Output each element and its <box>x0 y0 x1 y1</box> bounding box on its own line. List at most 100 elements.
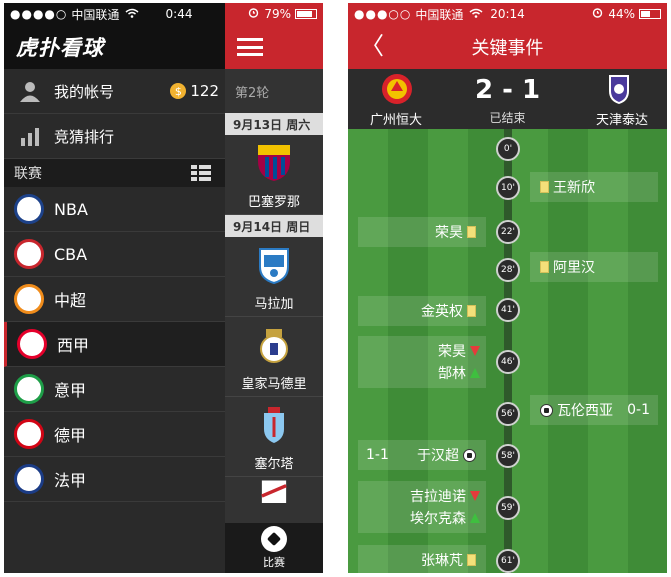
coin-balance: $ 122 <box>170 82 219 100</box>
sub-in-icon <box>470 513 480 523</box>
yellow-card-icon <box>467 226 476 238</box>
fixture-team[interactable]: 皇家马德里 <box>225 317 323 397</box>
grid-view-icon[interactable] <box>191 165 211 181</box>
player-name: 荣昊 <box>435 225 463 241</box>
league-item[interactable]: 德甲 <box>4 412 225 457</box>
sub-out-icon <box>470 346 480 356</box>
league-logo-icon <box>14 239 44 269</box>
league-item[interactable]: CBA <box>4 232 225 277</box>
league-section-header: 联赛 <box>4 159 225 187</box>
league-name: CBA <box>54 244 88 264</box>
yellow-card-icon <box>467 554 476 566</box>
date-header: 9月14日 周日 <box>225 215 323 237</box>
wifi-icon <box>469 7 483 21</box>
event-substitution[interactable]: 吉拉迪诺 埃尔克森 <box>358 481 486 533</box>
sub-out-line: 荣昊 <box>438 340 480 362</box>
tab-matches[interactable]: 比赛 <box>225 523 323 573</box>
fixture-team[interactable]: 马拉加 <box>225 237 323 317</box>
account-row[interactable]: 我的帐号 $ 122 <box>4 69 225 114</box>
team-name: 马拉加 <box>254 297 294 312</box>
sub-out-line: 吉拉迪诺 <box>410 485 480 507</box>
league-item[interactable]: 法甲 <box>4 457 225 502</box>
sub-out-icon <box>470 491 480 501</box>
fixture-team[interactable]: 巴塞罗那 <box>225 135 323 215</box>
league-item[interactable]: 中超 <box>4 277 225 322</box>
coin-count: 122 <box>190 82 219 100</box>
player-name: 张琳芃 <box>421 553 463 569</box>
away-team: 天津泰达 <box>596 113 649 128</box>
minute-marker: 22' <box>496 220 520 244</box>
minute-marker: 56' <box>496 402 520 426</box>
menu-toggle-bar <box>225 25 323 69</box>
player-in: 郜林 <box>438 366 466 382</box>
minute-marker: 28' <box>496 258 520 282</box>
player-name: 阿里汉 <box>553 260 595 276</box>
player-name: 金英权 <box>421 304 463 320</box>
events-timeline: 0' 王新欣 10' 荣昊 22' 阿里汉 28' 金英权 41' 荣昊 郜林 … <box>348 129 667 573</box>
status-bar: ●●●○○ 中国联通 20:14 44% <box>348 3 667 25</box>
event-yellow-card[interactable]: 张琳芃 <box>358 545 486 573</box>
scoreboard: 广州恒大 2 - 1 已结束 天津泰达 <box>348 69 667 129</box>
carrier-label: 中国联通 <box>71 7 120 22</box>
league-name: 意甲 <box>54 381 87 400</box>
yellow-card-icon <box>540 181 549 193</box>
status-bar-right: 79% <box>225 3 323 25</box>
wifi-icon <box>125 7 139 21</box>
status-bar: ●●●●○ 中国联通 0:44 <box>4 3 225 25</box>
event-yellow-card[interactable]: 荣昊 <box>358 217 486 247</box>
battery-icon <box>639 9 661 19</box>
alarm-icon <box>248 7 259 21</box>
signal-indicator: ●●●○○ <box>354 7 412 21</box>
back-button[interactable]: 〈 <box>360 34 384 58</box>
league-logo-icon <box>17 329 47 359</box>
league-logo-icon <box>14 374 44 404</box>
team-name: 巴塞罗那 <box>247 195 300 210</box>
event-yellow-card[interactable]: 阿里汉 <box>530 252 658 282</box>
event-substitution[interactable]: 荣昊 郜林 <box>358 336 486 388</box>
hamburger-icon[interactable] <box>237 38 263 56</box>
event-goal[interactable]: 1-1 于汉超 <box>358 440 486 470</box>
ranking-row[interactable]: 竞猜排行 <box>4 114 225 159</box>
barcelona-crest-icon <box>258 145 290 181</box>
league-item[interactable]: NBA <box>4 187 225 232</box>
status-time: 0:44 <box>165 7 193 21</box>
yellow-card-icon <box>467 305 476 317</box>
battery-percent: 79% <box>264 7 291 21</box>
signal-indicator: ●●●●○ <box>10 7 68 21</box>
minute-marker: 10' <box>496 176 520 200</box>
real-madrid-crest-icon <box>260 329 288 363</box>
account-label: 我的帐号 <box>54 82 115 101</box>
date-header: 9月13日 周六 <box>225 113 323 135</box>
player-name: 王新欣 <box>553 180 595 196</box>
fixture-team-partial[interactable] <box>225 477 323 507</box>
goal-ball-icon <box>463 448 476 462</box>
nav-bar: 〈 关键事件 <box>348 25 667 69</box>
league-logo-icon <box>14 284 44 314</box>
league-item[interactable]: 西甲 <box>4 322 225 367</box>
event-yellow-card[interactable]: 王新欣 <box>530 172 658 202</box>
rayo-crest-icon <box>261 480 287 503</box>
league-list: NBA CBA 中超西甲意甲德甲法甲 <box>4 187 225 502</box>
fixture-team[interactable]: 塞尔塔 <box>225 397 323 477</box>
player-out: 吉拉迪诺 <box>410 489 466 505</box>
soccer-ball-icon <box>261 526 287 552</box>
carrier-label: 中国联通 <box>415 7 464 22</box>
minute-marker: 58' <box>496 444 520 468</box>
league-logo-icon <box>14 464 44 494</box>
minute-marker: 41' <box>496 298 520 322</box>
sub-in-line: 埃尔克森 <box>410 507 480 529</box>
team-name: 皇家马德里 <box>241 377 307 392</box>
league-name: 西甲 <box>57 336 90 355</box>
player-name: 瓦伦西亚 <box>557 403 613 419</box>
sub-in-icon <box>470 368 480 378</box>
tianjin-crest-icon <box>609 75 629 104</box>
event-goal[interactable]: 瓦伦西亚 0-1 <box>530 395 658 425</box>
running-score: 1-1 <box>366 447 389 463</box>
league-item[interactable]: 意甲 <box>4 367 225 412</box>
player-in: 埃尔克森 <box>410 511 466 527</box>
side-menu: 虎扑看球 我的帐号 $ 122 竞猜排行 联赛 NBA CBA 中超 西甲 意甲 德甲 法甲 <box>4 25 225 573</box>
event-yellow-card[interactable]: 金英权 <box>358 296 486 326</box>
league-name: 德甲 <box>54 426 87 445</box>
league-name: NBA <box>54 199 88 219</box>
team-name: 塞尔塔 <box>254 457 294 472</box>
